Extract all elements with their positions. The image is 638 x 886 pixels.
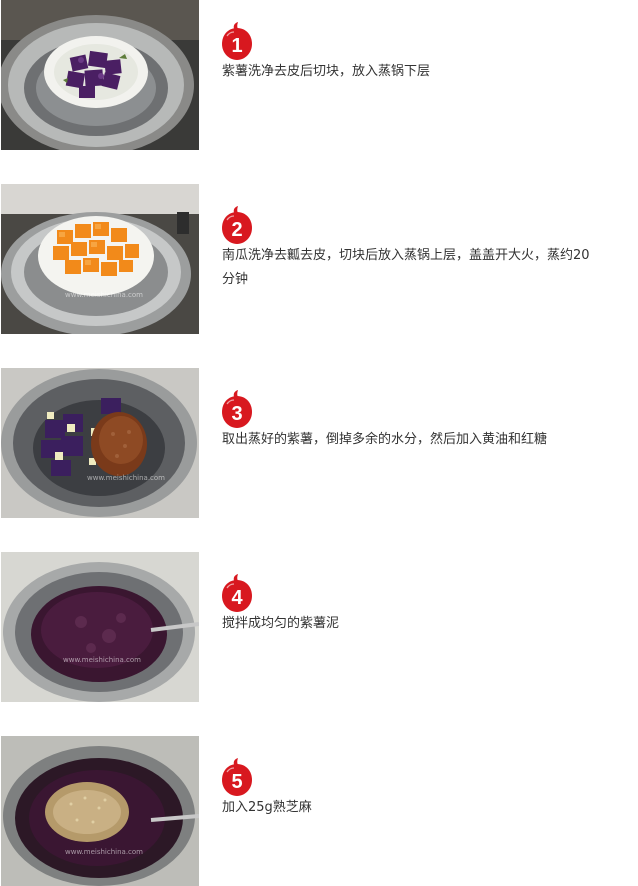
step-number-badge: 3	[220, 390, 254, 430]
step-3: www.meishichina.com 3 取出蒸好的紫薯，倒掉多余的水分，然后…	[0, 368, 638, 518]
step-number: 3	[231, 403, 242, 425]
step-number-badge: 4	[220, 574, 254, 614]
step-number: 4	[231, 587, 243, 609]
step-number-badge: 1	[220, 22, 254, 62]
watermark: www.meishichina.com	[63, 656, 141, 664]
bowl-sesame-mash-image: www.meishichina.com	[1, 736, 199, 886]
step-1-photo	[1, 0, 199, 150]
step-4: www.meishichina.com 4 搅拌成均匀的紫薯泥	[0, 552, 638, 702]
step-3-description: 取出蒸好的紫薯，倒掉多余的水分，然后加入黄油和红糖	[222, 432, 548, 447]
bowl-purple-mash-image: www.meishichina.com	[1, 552, 199, 702]
watermark: www.meishichina.com	[65, 291, 143, 299]
step-number: 2	[231, 219, 242, 241]
steamer-pumpkin-image: www.meishichina.com	[1, 184, 199, 334]
step-5: www.meishichina.com 5 加入25g熟芝麻	[0, 736, 638, 886]
step-1: 1 紫薯洗净去皮后切块，放入蒸锅下层	[0, 0, 638, 150]
step-3-photo: www.meishichina.com	[1, 368, 199, 518]
steamer-purple-potato-image	[1, 0, 199, 150]
step-number-badge: 2	[220, 206, 254, 246]
step-1-description: 紫薯洗净去皮后切块，放入蒸锅下层	[222, 64, 431, 79]
step-number: 5	[231, 771, 242, 793]
step-number-badge: 5	[220, 758, 254, 798]
bowl-potato-butter-sugar-image: www.meishichina.com	[1, 368, 199, 518]
step-2-photo: www.meishichina.com	[1, 184, 199, 334]
step-4-photo: www.meishichina.com	[1, 552, 199, 702]
watermark: www.meishichina.com	[87, 474, 165, 482]
step-4-description: 搅拌成均匀的紫薯泥	[222, 616, 340, 631]
watermark: www.meishichina.com	[65, 848, 143, 856]
step-number: 1	[231, 35, 242, 57]
step-5-description: 加入25g熟芝麻	[222, 800, 312, 815]
step-2-description: 南瓜洗净去瓤去皮，切块后放入蒸锅上层，盖盖开大火，蒸约20分钟	[222, 248, 590, 287]
step-5-photo: www.meishichina.com	[1, 736, 199, 886]
step-2: www.meishichina.com 2 南瓜洗净去瓤去皮，切块后放入蒸锅上层…	[0, 184, 638, 334]
